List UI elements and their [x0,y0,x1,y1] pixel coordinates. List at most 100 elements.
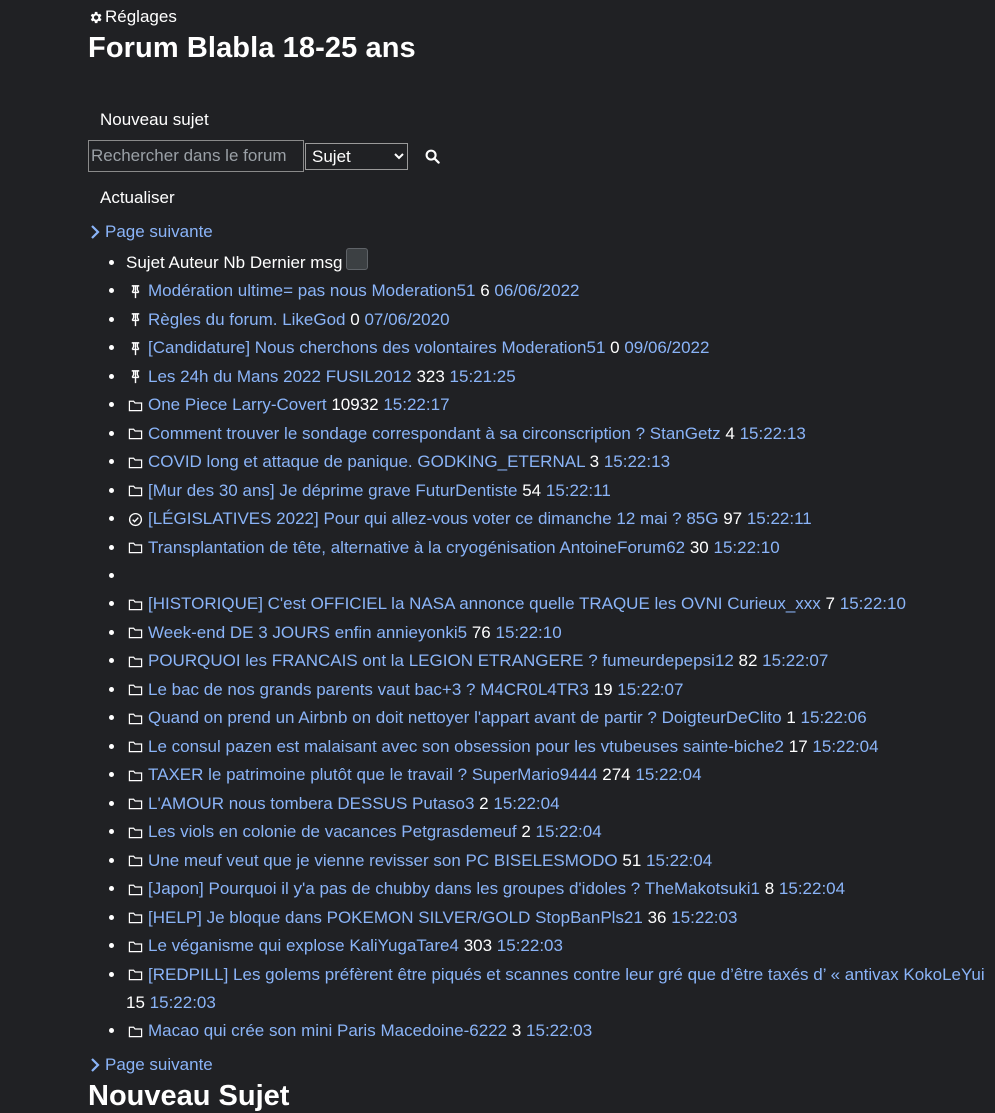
topic-title-link[interactable]: TAXER le patrimoine plutôt que le travai… [148,765,467,784]
topic-reply-count: 97 [723,509,743,529]
topic-title-link[interactable]: Macao qui crée son mini Paris [148,1021,376,1040]
topic-title-link[interactable]: L'AMOUR nous tombera DESSUS [148,794,407,813]
topic-title-link[interactable]: Week-end DE 3 JOURS enfin [148,623,372,642]
topic-last-message-link[interactable]: 15:22:07 [762,651,828,670]
topic-row: Le bac de nos grands parents vaut bac+3 … [126,676,995,705]
topic-title-link[interactable]: POURQUOI les FRANCAIS ont la LEGION ETRA… [148,651,598,670]
topic-last-message-link[interactable]: 15:22:04 [646,851,712,870]
topic-row: Comment trouver le sondage correspondant… [126,420,995,449]
topic-last-message-link[interactable]: 15:22:13 [604,452,670,471]
new-topic-button[interactable]: Nouveau sujet [100,110,209,130]
topic-author-link[interactable]: M4CR0L4TR3 [480,680,589,699]
topic-last-message-link[interactable]: 15:22:11 [546,481,611,500]
topic-last-message-link[interactable]: 15:22:03 [526,1021,592,1040]
topic-author-link[interactable]: Moderation51 [372,281,476,300]
column-subject: Sujet [126,253,165,272]
topic-last-message-link[interactable]: 15:22:06 [801,708,867,727]
folder-icon [126,705,144,733]
topic-author-link[interactable]: AntoineForum62 [559,538,685,557]
topic-last-message-link[interactable]: 15:22:10 [840,594,906,613]
topic-title-link[interactable]: [Mur des 30 ans] Je déprime grave [148,481,411,500]
topic-author-link[interactable]: TheMakotsuki1 [645,879,760,898]
search-input[interactable] [88,140,304,172]
topic-author-link[interactable]: annieyonki5 [376,623,467,642]
topic-last-message-link[interactable]: 15:22:13 [740,424,806,443]
topic-author-link[interactable]: SuperMario9444 [472,765,598,784]
topic-author-link[interactable]: StopBanPls21 [535,908,643,927]
topic-author-link[interactable]: fumeurdepepsi12 [602,651,733,670]
topic-last-message-link[interactable]: 15:22:04 [536,822,602,841]
topic-title-link[interactable]: Les viols en colonie de vacances [148,822,397,841]
topic-title-link[interactable]: Une meuf veut que je vienne revisser son… [148,851,489,870]
topic-author-link[interactable]: Moderation51 [501,338,605,357]
topic-last-message-link[interactable]: 15:22:11 [747,509,812,528]
topic-last-message-link[interactable]: 06/06/2022 [494,281,579,300]
topic-title-link[interactable]: Le bac de nos grands parents vaut bac+3 … [148,680,475,699]
chevron-right-icon [91,1058,100,1072]
topic-last-message-link[interactable]: 15:22:03 [497,936,563,955]
topic-last-message-link[interactable]: 15:22:04 [812,737,878,756]
topic-title-link[interactable]: [Japon] Pourquoi il y'a pas de chubby da… [148,879,640,898]
topic-last-message-link[interactable]: 09/06/2022 [624,338,709,357]
topic-row: One Piece Larry-Covert 10932 15:22:17 [126,391,995,420]
gear-icon [90,11,102,23]
folder-icon [126,876,144,904]
refresh-button[interactable]: Actualiser [100,188,175,208]
topic-last-message-link[interactable]: 15:22:03 [150,993,216,1012]
topic-last-message-link[interactable]: 15:22:04 [779,879,845,898]
topic-author-link[interactable]: Petgrasdemeuf [401,822,516,841]
topic-author-link[interactable]: FUSIL2012 [326,367,412,386]
topic-title-link[interactable]: Modération ultime= pas nous [148,281,367,300]
topic-author-link[interactable]: Macedoine-6222 [380,1021,507,1040]
topic-title-link[interactable]: Comment trouver le sondage correspondant… [148,424,645,443]
topic-last-message-link[interactable]: 15:22:07 [617,680,683,699]
search-button[interactable] [422,146,442,166]
topic-title-link[interactable]: [LÉGISLATIVES 2022] Pour qui allez-vous … [148,509,682,528]
topic-title-link[interactable]: [HISTORIQUE] C'est OFFICIEL la NASA anno… [148,594,723,613]
topic-last-message-link[interactable]: 15:22:03 [671,908,737,927]
topic-title-link[interactable]: Le véganisme qui explose [148,936,345,955]
topic-author-link[interactable]: StanGetz [650,424,721,443]
topic-row: [LÉGISLATIVES 2022] Pour qui allez-vous … [126,505,995,534]
topic-last-message-link[interactable]: 15:21:25 [450,367,516,386]
topic-title-link[interactable]: Le consul pazen est malaisant avec son o… [148,737,678,756]
topic-author-link[interactable]: BISELESMODO [494,851,618,870]
topic-title-link[interactable]: Quand on prend un Airbnb on doit nettoye… [148,708,657,727]
topic-title-link[interactable]: Les 24h du Mans 2022 [148,367,321,386]
topic-row: POURQUOI les FRANCAIS ont la LEGION ETRA… [126,647,995,676]
topic-last-message-link[interactable]: 15:22:10 [714,538,780,557]
topic-last-message-link[interactable]: 15:22:17 [383,395,449,414]
topic-title-link[interactable]: Transplantation de tête, alternative à l… [148,538,556,557]
topic-author-link[interactable]: Putaso3 [412,794,474,813]
topic-author-link[interactable]: FuturDentiste [415,481,517,500]
topic-title-link[interactable]: One Piece [148,395,227,414]
topic-last-message-link[interactable]: 15:22:04 [635,765,701,784]
topic-title-link[interactable]: COVID long et attaque de panique. [148,452,413,471]
settings-link[interactable]: Réglages [88,7,177,27]
topic-author-link[interactable]: DoigteurDeClito [662,708,782,727]
select-all-checkbox[interactable] [346,248,369,270]
topic-author-link[interactable]: KaliYugaTare4 [349,936,459,955]
topic-author-link[interactable]: 85G [686,509,718,528]
topic-last-message-link[interactable]: 15:22:10 [496,623,562,642]
search-scope-select[interactable]: Sujet [305,142,408,170]
topic-reply-count: 17 [788,736,808,756]
folder-icon [126,591,144,619]
next-page-link-bottom[interactable]: Page suivante [88,1055,213,1075]
topic-author-link[interactable]: LikeGod [282,310,345,329]
topic-author-link[interactable]: Curieux_xxx [727,594,821,613]
topic-author-link[interactable]: KokoLeYui [903,965,984,984]
topic-title-link[interactable]: [REDPILL] Les golems préfèrent être piqu… [148,965,899,984]
topic-last-message-link[interactable]: 15:22:04 [493,794,559,813]
topic-title-link[interactable]: [Candidature] Nous cherchons des volonta… [148,338,497,357]
topic-author-link[interactable]: GODKING_ETERNAL [417,452,585,471]
topic-reply-count: 2 [521,822,531,842]
topic-reply-count: 15 [126,993,145,1013]
next-page-link-top[interactable]: Page suivante [88,222,213,242]
topic-author-link[interactable]: Larry-Covert [232,395,326,414]
folder-icon [126,676,144,704]
topic-author-link[interactable]: sainte-biche2 [683,737,784,756]
topic-title-link[interactable]: Règles du forum. [148,310,277,329]
topic-last-message-link[interactable]: 07/06/2020 [364,310,449,329]
topic-title-link[interactable]: [HELP] Je bloque dans POKEMON SILVER/GOL… [148,908,530,927]
